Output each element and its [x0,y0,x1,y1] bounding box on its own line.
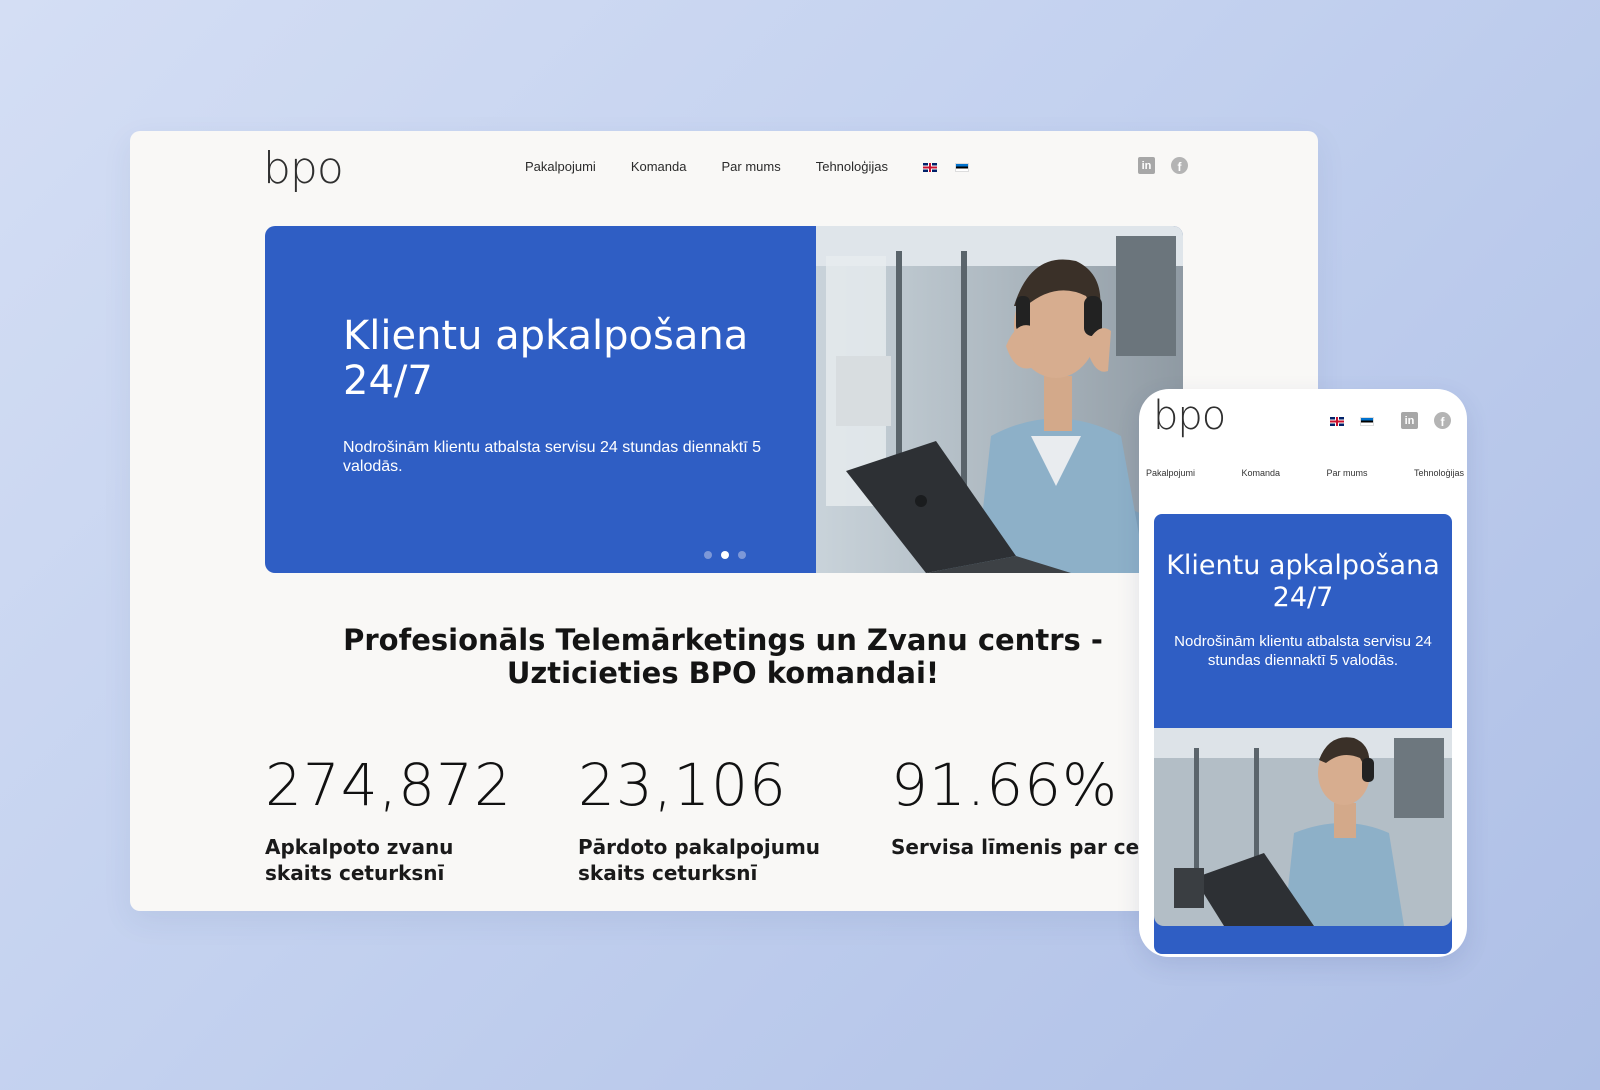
stat-calls: 274,872 Apkalpoto zvanu skaits ceturksnī [265,756,565,886]
nav-item-tehnologijas[interactable]: Tehnoloģijas [1414,468,1464,478]
flag-ee-icon[interactable] [955,163,969,172]
hero-photo [1154,728,1452,926]
nav-item-pakalpojumi[interactable]: Pakalpojumi [1146,468,1195,478]
linkedin-icon[interactable]: in [1401,412,1418,429]
hero-photo [816,226,1183,573]
flag-uk-icon[interactable] [1330,417,1344,426]
slider-dot-2[interactable] [721,551,729,559]
hero-title: Klientu apkalpošana 24/7 [1166,550,1440,613]
stat-sales: 23,106 Pārdoto pakalpojumu skaits ceturk… [578,756,878,886]
hero-subtitle: Nodrošinām klientu atbalsta servisu 24 s… [1174,633,1432,669]
nav-item-tehnologijas[interactable]: Tehnoloģijas [816,159,888,174]
stat-label: Pārdoto pakalpojumu skaits ceturksnī [578,835,821,885]
hero-subtitle: Nodrošinām klientu atbalsta servisu 24 s… [343,439,762,475]
language-switcher [1330,416,1390,426]
flag-uk-icon[interactable] [923,163,937,172]
stat-value: 274,872 [265,751,512,819]
nav-item-pakalpojumi[interactable]: Pakalpojumi [525,159,596,174]
social-links: in f [1138,157,1188,174]
slider-dot-3[interactable] [738,551,746,559]
nav-item-par-mums[interactable]: Par mums [1326,468,1367,478]
bpo-logo-mobile[interactable]: bpo [1153,393,1226,439]
bpo-logo[interactable]: bpo [263,143,344,194]
linkedin-icon[interactable]: in [1138,157,1155,174]
stat-value: 23,106 [578,751,787,819]
flag-ee-icon[interactable] [1360,417,1374,426]
social-links-mobile: in f [1401,412,1451,429]
section-heading: Profesionāls Telemārketings un Zvanu cen… [343,623,1103,690]
main-nav: Pakalpojumi Komanda Par mums Tehnoloģija… [525,159,987,174]
slider-dots [704,551,746,559]
facebook-icon[interactable]: f [1171,157,1188,174]
slider-dot-1[interactable] [704,551,712,559]
facebook-icon[interactable]: f [1434,412,1451,429]
hero-text: Klientu apkalpošana 24/7 Nodrošinām klie… [343,314,813,476]
hero-title: Klientu apkalpošana 24/7 [343,313,749,404]
nav-item-komanda[interactable]: Komanda [1241,468,1280,478]
nav-item-par-mums[interactable]: Par mums [721,159,780,174]
mobile-mockup: bpo in f Pakalpojumi Komanda Par mums Te… [1139,389,1467,957]
nav-item-komanda[interactable]: Komanda [631,159,687,174]
mobile-hero-card: Klientu apkalpošana 24/7 Nodrošinām klie… [1154,514,1452,954]
mobile-nav: Pakalpojumi Komanda Par mums Tehnoloģija… [1146,468,1464,478]
stat-label: Apkalpoto zvanu skaits ceturksnī [265,835,454,885]
hero-slider: Klientu apkalpošana 24/7 Nodrošinām klie… [265,226,1183,573]
